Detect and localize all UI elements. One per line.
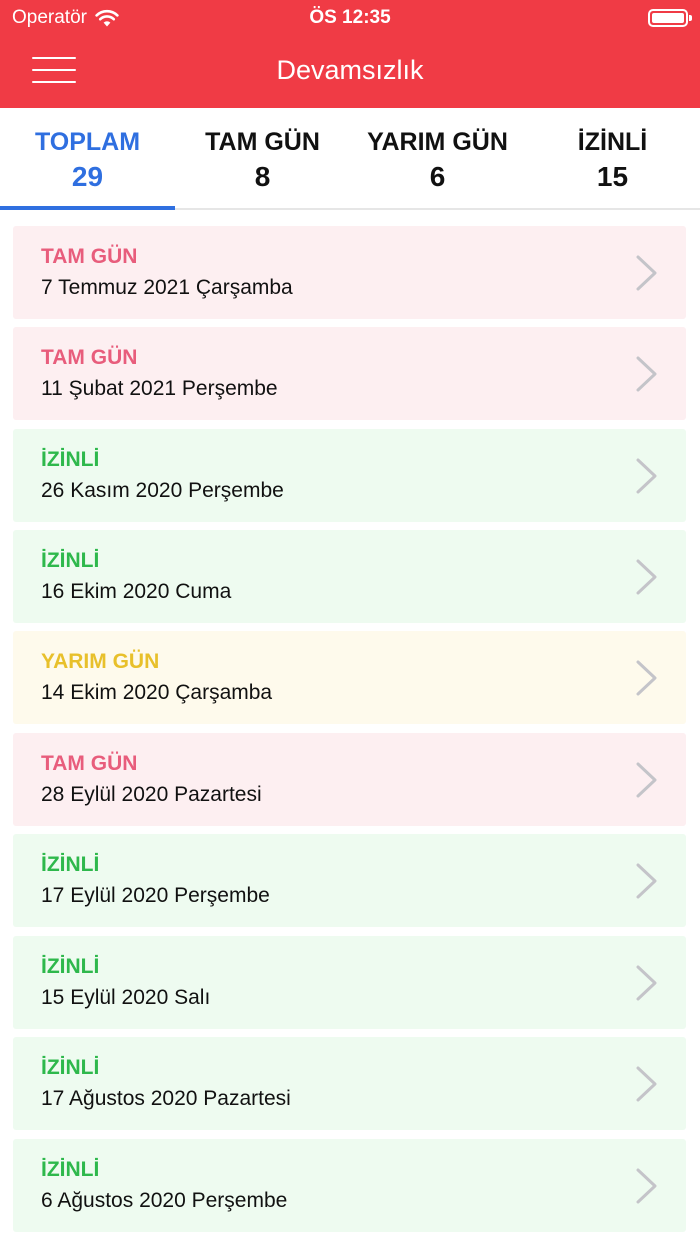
tab-izinli[interactable]: İZİNLİ 15 <box>525 108 700 208</box>
absence-type: YARIM GÜN <box>41 650 160 673</box>
absence-date: 15 Eylül 2020 Salı <box>41 986 211 1009</box>
absence-date: 14 Ekim 2020 Çarşamba <box>41 681 273 704</box>
list-item[interactable]: İZİNLİ 17 Ağustos 2020 Pazartesi <box>13 1037 686 1130</box>
navigation-bar: Operatör ÖS 12:35 Devamsızlık <box>0 0 700 108</box>
list-item[interactable]: TAM GÜN 28 Eylül 2020 Pazartesi <box>13 733 686 826</box>
list-item[interactable]: İZİNLİ 26 Kasım 2020 Perşembe <box>13 429 686 522</box>
list-item[interactable]: İZİNLİ 15 Eylül 2020 Salı <box>13 936 686 1029</box>
list-item[interactable]: İZİNLİ 17 Eylül 2020 Perşembe <box>13 834 686 927</box>
status-bar: Operatör ÖS 12:35 <box>0 0 700 36</box>
tab-count: 8 <box>254 161 271 192</box>
list-item[interactable]: İZİNLİ 16 Ekim 2020 Cuma <box>13 530 686 623</box>
tab-tam-gun[interactable]: TAM GÜN 8 <box>175 108 350 208</box>
tab-yarim-gun[interactable]: YARIM GÜN 6 <box>350 108 525 208</box>
chevron-right-icon <box>636 458 657 494</box>
absence-date: 17 Eylül 2020 Perşembe <box>41 884 270 907</box>
tab-label: TOPLAM <box>34 128 141 156</box>
status-time: ÖS 12:35 <box>309 7 391 28</box>
chevron-right-icon <box>636 559 657 595</box>
chevron-right-icon <box>636 1168 657 1204</box>
absence-date: 26 Kasım 2020 Perşembe <box>41 479 284 502</box>
absence-date: 6 Ağustos 2020 Perşembe <box>41 1189 288 1212</box>
chevron-right-icon <box>636 863 657 899</box>
active-tab-indicator <box>0 206 175 210</box>
absence-type: İZİNLİ <box>41 853 100 876</box>
absence-date: 16 Ekim 2020 Cuma <box>41 580 232 603</box>
absence-date: 7 Temmuz 2021 Çarşamba <box>41 276 293 299</box>
absence-date: 17 Ağustos 2020 Pazartesi <box>41 1087 291 1110</box>
absence-type: İZİNLİ <box>41 549 100 572</box>
chevron-right-icon <box>636 356 657 392</box>
absence-type: İZİNLİ <box>41 1056 100 1079</box>
absence-date: 11 Şubat 2021 Perşembe <box>41 377 278 400</box>
list-item[interactable]: YARIM GÜN 14 Ekim 2020 Çarşamba <box>13 631 686 724</box>
chevron-right-icon <box>636 660 657 696</box>
chevron-right-icon <box>636 1066 657 1102</box>
page-title: Devamsızlık <box>276 55 424 85</box>
tab-label: İZİNLİ <box>577 128 648 156</box>
list-item[interactable]: TAM GÜN 7 Temmuz 2021 Çarşamba <box>13 226 686 319</box>
chevron-right-icon <box>636 255 657 291</box>
filter-tabs: TOPLAM 29 TAM GÜN 8 YARIM GÜN 6 İZİNLİ 1… <box>0 108 700 210</box>
absence-type: İZİNLİ <box>41 1158 100 1181</box>
tab-label: TAM GÜN <box>205 128 320 156</box>
list-item[interactable]: TAM GÜN 11 Şubat 2021 Perşembe <box>13 327 686 420</box>
chevron-right-icon <box>636 762 657 798</box>
list-item[interactable]: İZİNLİ 6 Ağustos 2020 Perşembe <box>13 1139 686 1232</box>
tab-toplam[interactable]: TOPLAM 29 <box>0 108 175 208</box>
tab-count: 29 <box>71 161 104 192</box>
tab-count: 6 <box>429 161 446 192</box>
absence-type: TAM GÜN <box>41 752 138 775</box>
absence-date: 28 Eylül 2020 Pazartesi <box>41 783 262 806</box>
absence-type: TAM GÜN <box>41 245 138 268</box>
absence-type: TAM GÜN <box>41 346 138 369</box>
absence-type: İZİNLİ <box>41 448 100 471</box>
battery-icon <box>648 9 692 27</box>
chevron-right-icon <box>636 965 657 1001</box>
tab-count: 15 <box>596 161 629 192</box>
absence-type: İZİNLİ <box>41 955 100 978</box>
tab-label: YARIM GÜN <box>367 128 508 156</box>
